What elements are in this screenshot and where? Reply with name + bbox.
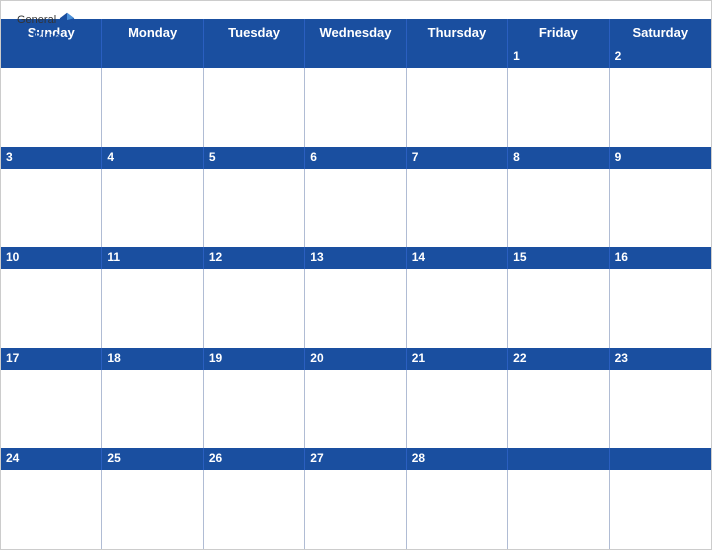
date-0-5: 1 xyxy=(508,46,609,68)
logo-icon xyxy=(58,11,76,29)
date-4-5 xyxy=(508,448,609,470)
week-4-date-row: 17181920212223 xyxy=(1,348,711,370)
week-1: 12 xyxy=(1,46,711,147)
body-cell-1-0 xyxy=(1,169,102,248)
body-cell-3-4 xyxy=(407,370,508,449)
date-0-0 xyxy=(1,46,102,68)
date-0-2 xyxy=(204,46,305,68)
date-0-4 xyxy=(407,46,508,68)
date-4-6 xyxy=(610,448,711,470)
date-4-4: 28 xyxy=(407,448,508,470)
body-cell-1-1 xyxy=(102,169,203,248)
date-3-3: 20 xyxy=(305,348,406,370)
week-3-body xyxy=(1,269,711,348)
week-1-date-row: 12 xyxy=(1,46,711,68)
calendar: General Blue Sunday Monday Tuesday Wedne… xyxy=(0,0,712,550)
week-2: 3456789 xyxy=(1,147,711,248)
body-cell-1-6 xyxy=(610,169,711,248)
week-3-date-row: 10111213141516 xyxy=(1,247,711,269)
day-monday: Monday xyxy=(102,19,203,46)
date-3-1: 18 xyxy=(102,348,203,370)
body-cell-0-1 xyxy=(102,68,203,147)
body-cell-3-0 xyxy=(1,370,102,449)
date-2-0: 10 xyxy=(1,247,102,269)
body-cell-3-3 xyxy=(305,370,406,449)
date-4-3: 27 xyxy=(305,448,406,470)
date-2-5: 15 xyxy=(508,247,609,269)
calendar-header: General Blue xyxy=(1,1,711,19)
date-2-3: 13 xyxy=(305,247,406,269)
week-5-body xyxy=(1,470,711,549)
body-cell-4-5 xyxy=(508,470,609,549)
date-2-1: 11 xyxy=(102,247,203,269)
date-1-6: 9 xyxy=(610,147,711,169)
date-0-1 xyxy=(102,46,203,68)
date-4-1: 25 xyxy=(102,448,203,470)
body-cell-2-3 xyxy=(305,269,406,348)
body-cell-2-5 xyxy=(508,269,609,348)
body-cell-1-5 xyxy=(508,169,609,248)
body-cell-4-1 xyxy=(102,470,203,549)
body-cell-3-2 xyxy=(204,370,305,449)
body-cell-4-3 xyxy=(305,470,406,549)
week-4: 17181920212223 xyxy=(1,348,711,449)
date-1-5: 8 xyxy=(508,147,609,169)
body-cell-2-4 xyxy=(407,269,508,348)
date-4-2: 26 xyxy=(204,448,305,470)
body-cell-0-3 xyxy=(305,68,406,147)
body-cell-0-4 xyxy=(407,68,508,147)
body-cell-1-2 xyxy=(204,169,305,248)
date-3-4: 21 xyxy=(407,348,508,370)
date-1-2: 5 xyxy=(204,147,305,169)
day-thursday: Thursday xyxy=(407,19,508,46)
body-cell-4-4 xyxy=(407,470,508,549)
week-2-body xyxy=(1,169,711,248)
logo-general-text: General xyxy=(17,14,56,26)
body-cell-4-6 xyxy=(610,470,711,549)
body-cell-2-6 xyxy=(610,269,711,348)
date-1-1: 4 xyxy=(102,147,203,169)
logo: General Blue xyxy=(17,11,76,44)
date-3-6: 23 xyxy=(610,348,711,370)
body-cell-2-2 xyxy=(204,269,305,348)
date-0-6: 2 xyxy=(610,46,711,68)
date-1-3: 6 xyxy=(305,147,406,169)
date-2-6: 16 xyxy=(610,247,711,269)
body-cell-0-6 xyxy=(610,68,711,147)
body-cell-3-6 xyxy=(610,370,711,449)
week-3: 10111213141516 xyxy=(1,247,711,348)
date-3-0: 17 xyxy=(1,348,102,370)
week-1-body xyxy=(1,68,711,147)
day-tuesday: Tuesday xyxy=(204,19,305,46)
body-cell-2-1 xyxy=(102,269,203,348)
week-4-body xyxy=(1,370,711,449)
body-cell-3-5 xyxy=(508,370,609,449)
week-5: 2425262728 xyxy=(1,448,711,549)
date-1-4: 7 xyxy=(407,147,508,169)
day-saturday: Saturday xyxy=(610,19,711,46)
body-cell-1-4 xyxy=(407,169,508,248)
date-1-0: 3 xyxy=(1,147,102,169)
body-cell-2-0 xyxy=(1,269,102,348)
week-5-date-row: 2425262728 xyxy=(1,448,711,470)
date-0-3 xyxy=(305,46,406,68)
body-cell-4-2 xyxy=(204,470,305,549)
body-cell-0-2 xyxy=(204,68,305,147)
week-2-date-row: 3456789 xyxy=(1,147,711,169)
date-2-2: 12 xyxy=(204,247,305,269)
calendar-grid: 1234567891011121314151617181920212223242… xyxy=(1,46,711,549)
day-friday: Friday xyxy=(508,19,609,46)
body-cell-3-1 xyxy=(102,370,203,449)
body-cell-1-3 xyxy=(305,169,406,248)
date-3-5: 22 xyxy=(508,348,609,370)
body-cell-4-0 xyxy=(1,470,102,549)
body-cell-0-5 xyxy=(508,68,609,147)
date-2-4: 14 xyxy=(407,247,508,269)
date-4-0: 24 xyxy=(1,448,102,470)
logo-blue-text: Blue xyxy=(32,29,60,44)
body-cell-0-0 xyxy=(1,68,102,147)
date-3-2: 19 xyxy=(204,348,305,370)
day-wednesday: Wednesday xyxy=(305,19,406,46)
days-header: Sunday Monday Tuesday Wednesday Thursday… xyxy=(1,19,711,46)
